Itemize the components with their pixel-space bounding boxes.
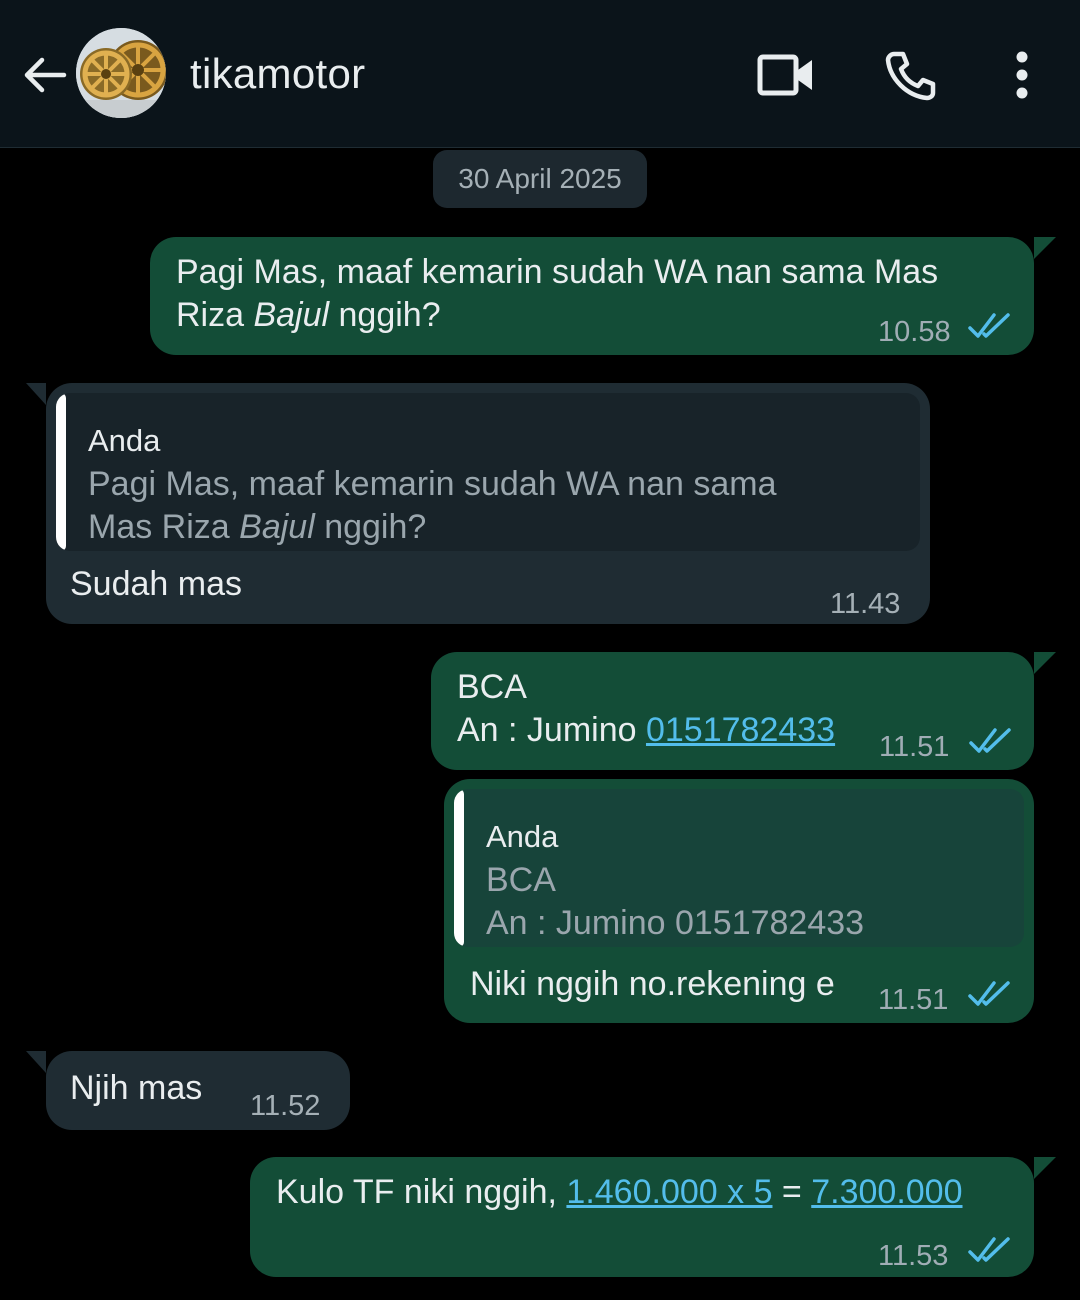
message-bubble-incoming[interactable]: Anda Pagi Mas, maaf kemarin sudah WA nan…: [26, 383, 930, 624]
message-line: Kulo TF niki nggih,: [276, 1173, 567, 1211]
bubble-tail: [26, 1051, 46, 1073]
bubble-tail: [1034, 652, 1056, 674]
message-line: Pagi Mas, maaf kemarin sudah WA nan sama…: [176, 253, 939, 291]
quote-line: An : Jumino 0151782433: [486, 904, 865, 942]
message-time: 11.53: [878, 1240, 949, 1272]
read-ticks-icon: [968, 981, 1010, 1006]
message-text: Pagi Mas, maaf kemarin sudah WA nan sama…: [176, 251, 938, 337]
bubble-tail: [26, 383, 46, 405]
quote-bar: [56, 393, 66, 551]
message-time: 11.51: [879, 731, 950, 763]
chat-header: tikamotor: [0, 0, 1080, 148]
quoted-message[interactable]: Anda BCA An : Jumino 0151782433: [454, 789, 1024, 947]
message-text: Njih mas: [70, 1069, 203, 1107]
message-line: =: [772, 1173, 812, 1211]
quote-italic-text: Bajul: [239, 508, 315, 546]
quote-line: Mas Riza: [88, 508, 240, 546]
message-bubble-outgoing[interactable]: Kulo TF niki nggih, 1.460.000 x 5 = 7.30…: [250, 1157, 1056, 1277]
message-line: Riza: [176, 296, 254, 334]
read-ticks-icon: [969, 728, 1011, 753]
account-number-link[interactable]: 0151782433: [646, 711, 835, 749]
video-call-icon[interactable]: [756, 48, 816, 102]
contact-name[interactable]: tikamotor: [190, 50, 365, 98]
message-bubble-outgoing[interactable]: BCA An : Jumino 0151782433 11.51: [431, 652, 1056, 770]
quote-line: Pagi Mas, maaf kemarin sudah WA nan sama: [88, 465, 777, 503]
message-bubble-outgoing[interactable]: Anda BCA An : Jumino 0151782433 Niki ngg…: [444, 779, 1034, 1023]
arrow-left-icon[interactable]: [20, 50, 70, 100]
message-line: An : Jumino: [457, 711, 646, 749]
message-line: BCA: [457, 668, 527, 706]
total-amount-link[interactable]: 7.300.000: [811, 1173, 962, 1211]
message-time: 11.51: [878, 984, 949, 1016]
bubble-tail: [1034, 237, 1056, 259]
message-bubble-outgoing[interactable]: Pagi Mas, maaf kemarin sudah WA nan sama…: [150, 237, 1056, 355]
more-vertical-icon[interactable]: [992, 48, 1052, 102]
quote-bar: [454, 789, 464, 947]
message-text: Kulo TF niki nggih, 1.460.000 x 5 = 7.30…: [276, 1171, 963, 1214]
quote-line: BCA: [486, 861, 556, 899]
message-time: 11.52: [250, 1090, 321, 1122]
read-ticks-icon: [968, 313, 1010, 338]
wheel-image-icon: [76, 28, 166, 118]
date-chip: 30 April 2025: [433, 150, 647, 208]
quote-author: Anda: [88, 423, 161, 458]
message-text: Niki nggih no.rekening e: [470, 965, 835, 1003]
quote-author: Anda: [486, 819, 559, 854]
contact-avatar[interactable]: [76, 28, 166, 118]
message-italic-text: Bajul: [253, 296, 330, 334]
message-text: BCA An : Jumino 0151782433: [457, 666, 835, 752]
calculation-link[interactable]: 1.460.000 x 5: [566, 1173, 772, 1211]
quote-text: BCA An : Jumino 0151782433: [486, 859, 864, 945]
quote-text: Pagi Mas, maaf kemarin sudah WA nan sama…: [88, 463, 777, 549]
phone-icon[interactable]: [882, 48, 942, 102]
bubble-tail: [1034, 1157, 1056, 1179]
quote-line: nggih?: [314, 508, 427, 546]
message-time: 11.43: [830, 588, 901, 620]
message-bubble-incoming[interactable]: Njih mas 11.52: [26, 1051, 350, 1130]
message-time: 10.58: [878, 316, 951, 348]
read-ticks-icon: [968, 1237, 1010, 1262]
message-text: Sudah mas: [70, 565, 242, 603]
quoted-message[interactable]: Anda Pagi Mas, maaf kemarin sudah WA nan…: [56, 393, 920, 551]
message-line: nggih?: [329, 296, 441, 334]
